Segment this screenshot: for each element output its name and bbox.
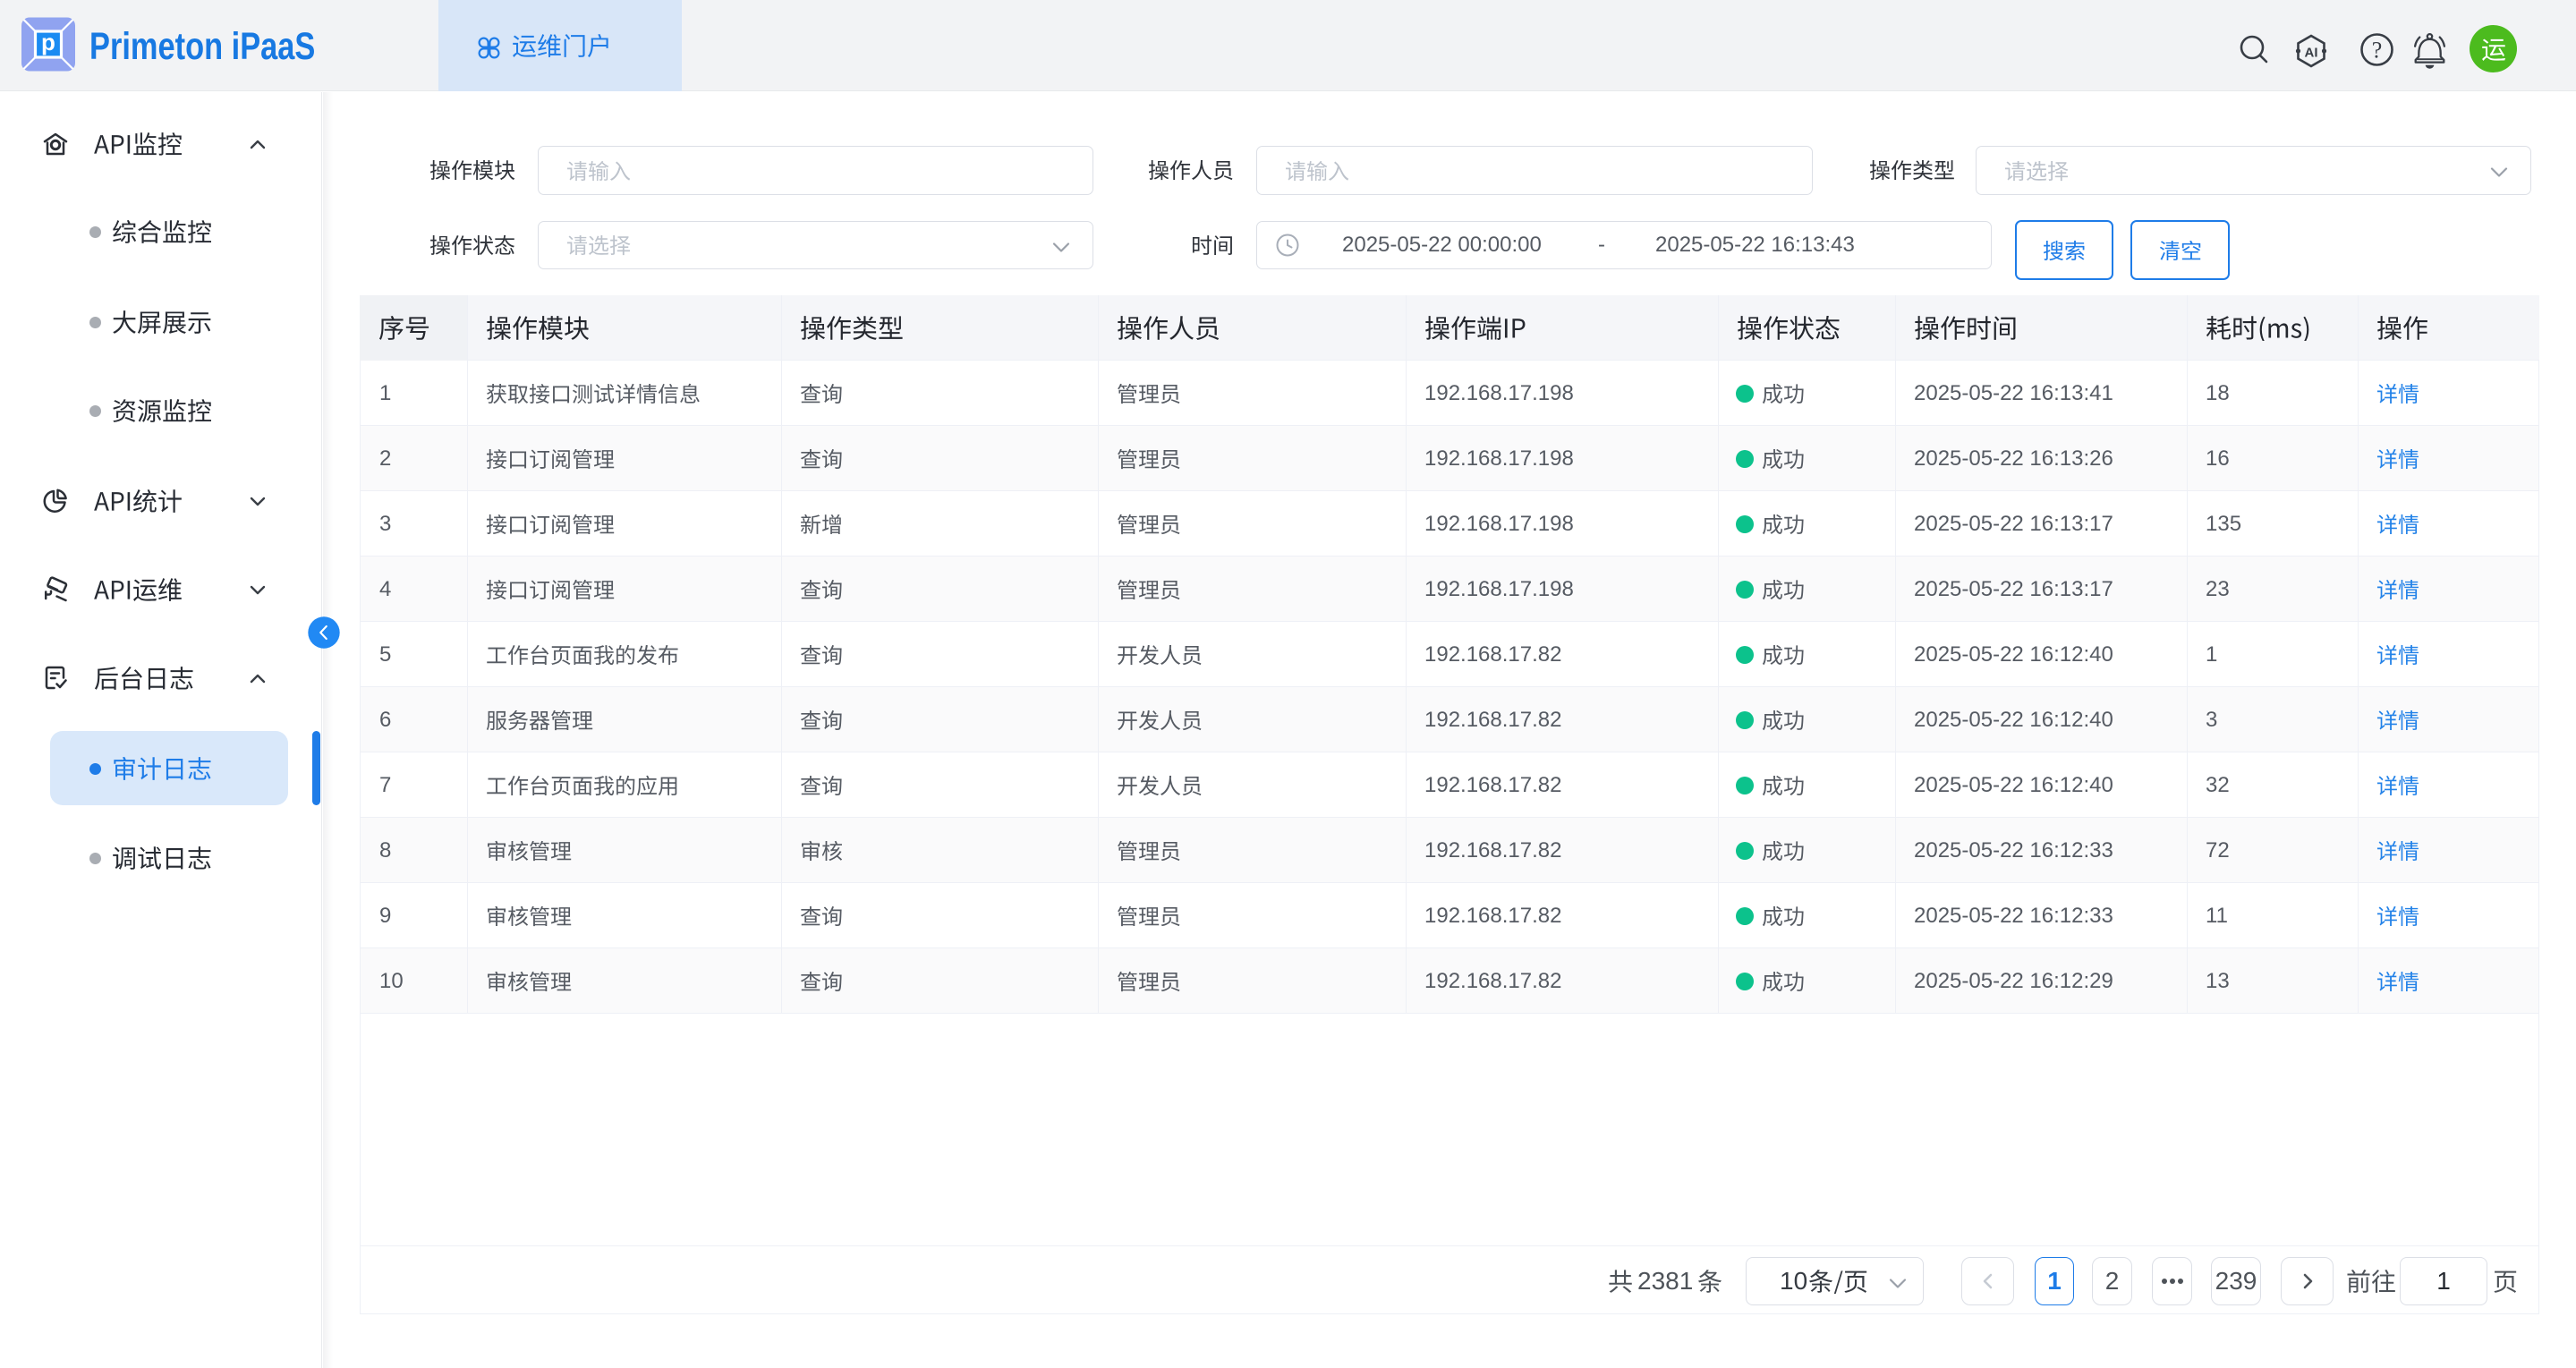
- svg-text:AI: AI: [2305, 46, 2318, 61]
- svg-text:?: ?: [2372, 38, 2383, 64]
- svg-text:p: p: [41, 29, 55, 55]
